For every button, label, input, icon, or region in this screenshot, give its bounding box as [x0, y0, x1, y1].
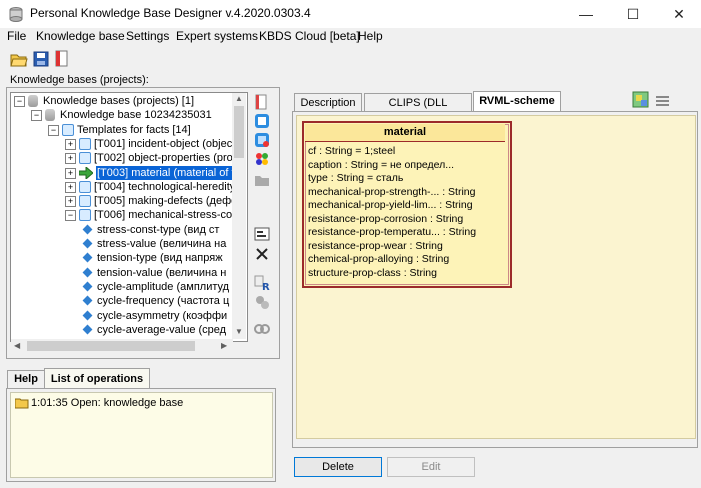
menu-kbds-cloud[interactable]: KBDS Cloud [beta] — [259, 29, 360, 43]
folder-gray-icon[interactable] — [254, 172, 270, 188]
slot-icon — [82, 310, 93, 320]
svg-text:R: R — [262, 282, 270, 291]
tab-rvml-scheme[interactable]: RVML-scheme — [473, 91, 561, 112]
slot-icon — [82, 295, 93, 306]
image-export-icon[interactable] — [632, 91, 649, 108]
collapse-icon[interactable]: − — [31, 110, 42, 122]
expand-icon[interactable]: + — [65, 167, 76, 179]
collapse-icon[interactable]: − — [65, 210, 76, 222]
tree-item-label: cycle-amplitude (амплитуд — [97, 280, 230, 293]
class-attribute: type : String = сталь — [308, 172, 404, 184]
slot-icon — [82, 238, 93, 249]
class-attribute: chemical-prop-alloying : String — [308, 253, 450, 265]
expand-icon[interactable]: + — [65, 138, 76, 150]
delete-x-icon[interactable] — [254, 246, 270, 262]
slot-icon — [82, 224, 93, 235]
class-attribute: mechanical-prop-strength-... : String — [308, 185, 476, 198]
maximize-button[interactable]: ☐ — [610, 0, 656, 28]
tree-item-label: Templates for facts [14] — [77, 123, 191, 136]
class-attribute: resistance-prop-temperatu... : String — [308, 226, 477, 238]
tree-item-label: [T005] making-defects (дефек — [94, 195, 232, 208]
template-icon — [79, 152, 91, 165]
slot-icon — [82, 324, 93, 335]
menu-help[interactable]: Help — [358, 29, 383, 43]
arrow-icon — [79, 166, 93, 179]
open-folder-icon — [15, 398, 29, 409]
edit-button[interactable]: Edit — [387, 457, 475, 477]
scroll-right-arrow[interactable]: ▶ — [221, 341, 227, 350]
close-button[interactable]: ✕ — [656, 0, 701, 28]
add-slot-icon[interactable] — [254, 132, 270, 148]
expand-icon[interactable]: + — [65, 153, 76, 165]
add-template-icon[interactable] — [254, 113, 270, 129]
tree-item-label: [T002] object-properties (prope — [94, 152, 232, 165]
add-base-icon[interactable] — [254, 94, 270, 110]
tree-item-label: cycle-asymmetry (коэффи — [97, 309, 228, 322]
tree-item-label: [T001] incident-object (object c — [94, 137, 232, 150]
class-attribute: caption : String = не определ... — [308, 158, 455, 171]
tree-item-label: Knowledge base 10234235031 — [60, 109, 212, 122]
tree-vertical-thumb[interactable] — [234, 106, 244, 158]
tree-item-label: Knowledge bases (projects) [1] — [43, 95, 195, 107]
tab-help[interactable]: Help — [7, 370, 45, 389]
tree-item-label: stress-const-type (вид ст — [97, 223, 220, 236]
template-icon — [79, 137, 91, 150]
tab-clips[interactable]: CLIPS (DLL v.3.2014) — [364, 93, 472, 127]
links-icon[interactable] — [254, 321, 270, 337]
class-attribute: resistance-prop-corrosion : String — [308, 212, 464, 225]
class-attribute: cf : String = 1;steel — [308, 145, 396, 157]
template-icon — [79, 195, 91, 208]
operations-log: 1:01:35 Open: knowledge base — [10, 392, 273, 478]
properties-icon[interactable] — [254, 226, 270, 242]
class-attribute: structure-prop-class : String — [308, 266, 437, 279]
log-entry: 1:01:35 Open: knowledge base — [31, 397, 184, 409]
tab-description[interactable]: Description — [294, 93, 362, 112]
scroll-left-arrow[interactable]: ◀ — [14, 341, 20, 350]
class-attribute: mechanical-prop-yield-lim... : String — [308, 199, 473, 211]
expand-icon[interactable]: + — [65, 181, 76, 193]
slot-icon — [82, 252, 93, 263]
class-attribute: resistance-prop-wear : String — [308, 239, 443, 252]
expand-icon[interactable]: + — [65, 196, 76, 208]
align-icon[interactable] — [655, 92, 670, 107]
tree-item-label: cycle-average-value (сред — [97, 323, 227, 336]
scroll-up-arrow[interactable]: ▲ — [235, 94, 243, 103]
tree-item-label: [T006] mechanical-stress-const — [94, 209, 232, 222]
tree-horizontal-thumb[interactable] — [27, 341, 195, 351]
collapse-icon[interactable]: − — [14, 96, 25, 107]
tree-item-label: tension-value (величина н — [97, 266, 227, 279]
scroll-down-arrow[interactable]: ▼ — [235, 327, 243, 336]
db-stack-icon — [28, 95, 38, 107]
rule-icon[interactable]: R — [254, 275, 270, 291]
tree-item-label: [T004] technological-heredity ( — [94, 180, 232, 193]
tree-item-label: cycle-frequency (частота ц — [97, 295, 230, 308]
tab-list-of-operations[interactable]: List of operations — [44, 368, 150, 389]
folder-icon — [62, 123, 74, 136]
db-icon — [45, 109, 55, 122]
slot-icon — [82, 281, 93, 292]
gears-icon[interactable] — [254, 294, 270, 310]
tree-item-label: stress-value (величина на — [97, 238, 227, 250]
collapse-icon[interactable]: − — [48, 124, 59, 136]
add-rule-icon[interactable] — [254, 151, 270, 167]
template-icon — [79, 209, 91, 222]
slot-icon — [82, 267, 93, 278]
template-icon — [79, 180, 91, 193]
tree-item-label: [T003] material (material of the — [96, 165, 232, 180]
class-title: material — [305, 124, 505, 142]
delete-button[interactable]: Delete — [294, 457, 382, 477]
tree-item-label: tension-type (вид напряж — [97, 252, 223, 265]
minimize-button[interactable]: — — [563, 0, 609, 28]
